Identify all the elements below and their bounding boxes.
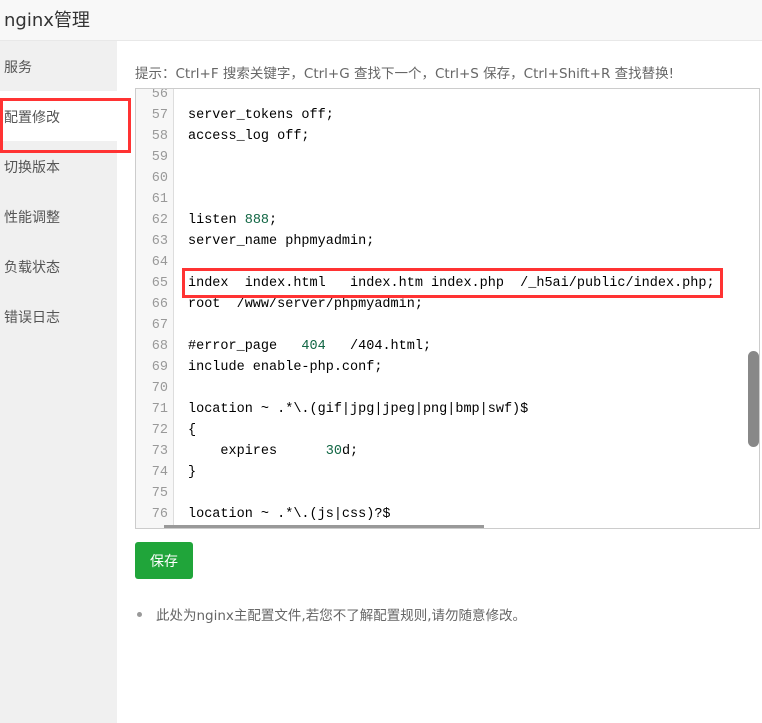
line-number: 58 bbox=[151, 129, 168, 144]
code-line: 71 location ~ .*\.(gif|jpg|jpeg|png|bmp|s… bbox=[136, 399, 759, 420]
code-line: 72 { bbox=[136, 420, 759, 441]
horizontal-scrollbar[interactable] bbox=[164, 525, 484, 528]
warning-note: 此处为nginx主配置文件,若您不了解配置规则,请勿随意修改。 bbox=[135, 604, 526, 624]
code-text: location ~ .*\.(gif|jpg|jpeg|png|bmp|swf… bbox=[188, 399, 528, 420]
code-line: 56 bbox=[136, 88, 759, 105]
code-line: 75 bbox=[136, 483, 759, 504]
code-text: access_log off; bbox=[188, 126, 310, 147]
code-token: location ~ .*\.(gif|jpg|jpeg|png|bmp|swf… bbox=[188, 402, 529, 417]
line-number: 67 bbox=[151, 318, 168, 333]
code-line: 76 location ~ .*\.(js|css)?$ bbox=[136, 504, 759, 525]
code-line: 73 expires 30d; bbox=[136, 441, 759, 462]
code-token: index index.html index.htm index.php /_h… bbox=[188, 276, 715, 291]
code-token: { bbox=[188, 423, 197, 438]
code-token: access_log off; bbox=[188, 129, 310, 144]
code-token: location ~ .*\.(js|css)?$ bbox=[188, 507, 391, 522]
code-line: 58 access_log off; bbox=[136, 126, 759, 147]
code-line: 61 bbox=[136, 189, 759, 210]
code-number: 404 bbox=[301, 339, 326, 354]
code-line: 57 server_tokens off; bbox=[136, 105, 759, 126]
sidebar: 服务 配置修改 切换版本 性能调整 负载状态 错误日志 bbox=[0, 41, 117, 723]
sidebar-item-5[interactable]: 错误日志 bbox=[0, 291, 117, 341]
code-token: server_tokens off; bbox=[188, 108, 334, 123]
code-number: 30 bbox=[325, 444, 342, 459]
save-button[interactable]: 保存 bbox=[135, 542, 193, 579]
line-number: 75 bbox=[151, 486, 168, 501]
line-number: 61 bbox=[151, 192, 168, 207]
line-number: 68 bbox=[151, 339, 168, 354]
line-number: 72 bbox=[151, 423, 168, 438]
code-text: expires 30d; bbox=[188, 441, 358, 462]
code-text: server_tokens off; bbox=[188, 105, 334, 126]
vertical-scrollbar[interactable] bbox=[748, 351, 759, 447]
sidebar-item-1[interactable]: 配置修改 bbox=[0, 91, 117, 141]
code-text: server_name phpmyadmin; bbox=[188, 231, 374, 252]
line-number: 57 bbox=[151, 108, 168, 123]
line-number: 63 bbox=[151, 234, 168, 249]
line-number: 73 bbox=[151, 444, 168, 459]
code-token: /404.html; bbox=[325, 339, 432, 354]
code-token: listen bbox=[188, 213, 245, 228]
sidebar-item-2[interactable]: 切换版本 bbox=[0, 141, 117, 191]
code-line: 74} bbox=[136, 462, 759, 483]
line-number: 60 bbox=[151, 171, 168, 186]
code-text: location ~ .*\.(js|css)?$ bbox=[188, 504, 391, 525]
code-line: 70 bbox=[136, 378, 759, 399]
bullet-icon bbox=[137, 612, 142, 617]
code-token: d; bbox=[341, 444, 359, 459]
code-line: 69 include enable-php.conf; bbox=[136, 357, 759, 378]
sidebar-item-3[interactable]: 性能调整 bbox=[0, 191, 117, 241]
line-number: 70 bbox=[151, 381, 168, 396]
line-number: 59 bbox=[151, 150, 168, 165]
code-token: ; bbox=[269, 213, 278, 228]
code-text: listen 888; bbox=[188, 210, 277, 231]
code-line: 68 #error_page 404 /404.html; bbox=[136, 336, 759, 357]
line-number: 66 bbox=[151, 297, 168, 312]
code-token: root /www/server/phpmyadmin; bbox=[188, 297, 423, 312]
window-title: nginx管理 bbox=[0, 0, 762, 41]
code-line: 64 bbox=[136, 252, 759, 273]
code-text: root /www/server/phpmyadmin; bbox=[188, 294, 423, 315]
note-text: 此处为nginx主配置文件,若您不了解配置规则,请勿随意修改。 bbox=[156, 608, 527, 624]
line-number: 74 bbox=[151, 465, 168, 480]
line-number: 76 bbox=[151, 507, 168, 522]
sidebar-item-0[interactable]: 服务 bbox=[0, 41, 117, 91]
code-editor[interactable]: 56 57 server_tokens off; 58 access_log off; 5… bbox=[135, 88, 760, 529]
code-line: 63 server_name phpmyadmin; bbox=[136, 231, 759, 252]
code-number: 888 bbox=[244, 213, 270, 228]
code-text: index index.html index.htm index.php /_h… bbox=[188, 273, 715, 294]
code-line: 59 bbox=[136, 147, 759, 168]
code-token: expires bbox=[188, 444, 326, 459]
code-text: } bbox=[188, 462, 196, 483]
code-text: include enable-php.conf; bbox=[188, 357, 382, 378]
code-line: 60 bbox=[136, 168, 759, 189]
code-token: } bbox=[188, 465, 197, 480]
sidebar-item-4[interactable]: 负载状态 bbox=[0, 241, 117, 291]
code-text: #error_page 404 /404.html; bbox=[188, 336, 431, 357]
shortcut-tip: 提示：Ctrl+F 搜索关键字，Ctrl+G 查找下一个，Ctrl+S 保存，C… bbox=[135, 66, 675, 82]
line-number: 64 bbox=[151, 255, 168, 270]
code-line: 67 bbox=[136, 315, 759, 336]
code-line: 66 root /www/server/phpmyadmin; bbox=[136, 294, 759, 315]
code-line: 65 index index.html index.htm index.php /… bbox=[136, 273, 759, 294]
code-line: 62 listen 888; bbox=[136, 210, 759, 231]
code-token: include enable-php.conf; bbox=[188, 360, 383, 375]
line-number: 71 bbox=[151, 402, 168, 417]
line-number: 65 bbox=[151, 276, 168, 291]
line-number: 62 bbox=[151, 213, 168, 228]
line-number: 56 bbox=[151, 88, 168, 102]
code-text: { bbox=[188, 420, 196, 441]
line-number: 69 bbox=[151, 360, 168, 375]
code-token: #error_page bbox=[188, 339, 302, 354]
code-token: server_name phpmyadmin; bbox=[188, 234, 375, 249]
